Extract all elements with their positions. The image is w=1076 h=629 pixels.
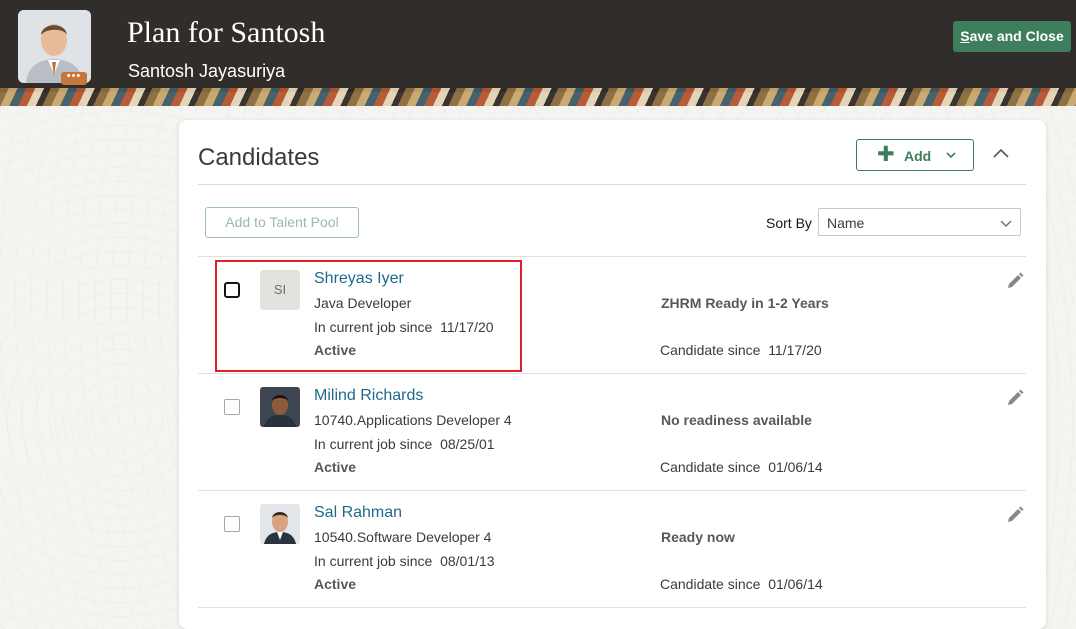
add-candidate-button[interactable]: ✚ Add	[856, 139, 974, 171]
job-since-date: 08/01/13	[440, 553, 495, 569]
candidate-status: Active	[314, 576, 357, 592]
plus-icon: ✚	[877, 143, 895, 166]
candidate-row: Milind Richards 10740.Applications Devel…	[198, 374, 1026, 490]
candidate-checkbox[interactable]	[224, 516, 240, 532]
pencil-edit-icon[interactable]	[1005, 388, 1025, 408]
job-since-date: 11/17/20	[440, 319, 494, 335]
candidate-since-date: 01/06/14	[768, 459, 823, 475]
header-pattern-banner	[0, 88, 1076, 106]
candidate-name-link[interactable]: Sal Rahman	[314, 504, 402, 522]
candidate-readiness: No readiness available	[661, 412, 812, 428]
candidate-job: 10540.Software Developer 4	[314, 529, 492, 545]
candidate-row: SI Shreyas Iyer Java Developer In curren…	[198, 257, 1026, 373]
save-and-close-button[interactable]: Save and Close	[953, 21, 1071, 52]
candidate-avatar-initials: SI	[260, 270, 300, 310]
candidates-title: Candidates	[198, 144, 320, 171]
candidate-job: Java Developer	[314, 295, 412, 311]
candidate-job-since: In current job since 08/25/01	[314, 436, 495, 452]
candidate-since-date: 01/06/14	[768, 576, 823, 592]
candidate-status: Active	[314, 459, 357, 475]
candidate-checkbox[interactable]	[224, 282, 240, 298]
add-to-talent-pool-button[interactable]: Add to Talent Pool	[205, 207, 359, 238]
candidate-job-since: In current job since 08/01/13	[314, 553, 495, 569]
candidate-name-link[interactable]: Shreyas Iyer	[314, 270, 404, 288]
pencil-edit-icon[interactable]	[1005, 271, 1025, 291]
candidate-checkbox[interactable]	[224, 399, 240, 415]
chevron-down-icon	[945, 148, 957, 164]
job-since-date: 08/25/01	[440, 436, 495, 452]
candidate-since-label: Candidate since	[660, 576, 761, 592]
list-divider	[198, 607, 1026, 608]
save-and-close-accelerator: S	[960, 28, 970, 44]
person-photo-icon	[260, 387, 300, 427]
sort-by-select[interactable]: Name	[818, 208, 1021, 236]
title-divider	[198, 184, 1026, 185]
job-since-label: In current job since	[314, 553, 433, 569]
candidate-name-link[interactable]: Milind Richards	[314, 387, 423, 405]
candidate-row: Sal Rahman 10540.Software Developer 4 In…	[198, 491, 1026, 607]
sort-by-label: Sort By	[766, 215, 812, 231]
person-photo-icon	[260, 504, 300, 544]
candidate-job: 10740.Applications Developer 4	[314, 412, 512, 428]
sort-by-value: Name	[827, 215, 865, 231]
page-subtitle: Santosh Jayasuriya	[128, 61, 286, 81]
page-title: Plan for Santosh	[127, 16, 326, 49]
candidate-since-label: Candidate since	[660, 342, 761, 358]
candidate-job-since: In current job since 11/17/20	[314, 319, 494, 335]
candidate-avatar-photo	[260, 387, 300, 427]
candidate-since: Candidate since 11/17/20	[660, 342, 822, 358]
chevron-up-icon[interactable]	[991, 144, 1011, 164]
pencil-edit-icon[interactable]	[1005, 505, 1025, 525]
candidate-since-date: 11/17/20	[768, 342, 822, 358]
candidate-since: Candidate since 01/06/14	[660, 576, 823, 592]
candidates-card: Candidates ✚ Add Add to Talent Pool Sort…	[179, 120, 1046, 629]
job-since-label: In current job since	[314, 436, 433, 452]
candidate-avatar-photo	[260, 504, 300, 544]
more-dots-icon[interactable]: •••	[61, 71, 87, 85]
candidate-since: Candidate since 01/06/14	[660, 459, 823, 475]
candidate-since-label: Candidate since	[660, 459, 761, 475]
job-since-label: In current job since	[314, 319, 433, 335]
add-label: Add	[904, 148, 932, 164]
candidate-readiness: ZHRM Ready in 1-2 Years	[661, 295, 829, 311]
candidate-readiness: Ready now	[661, 529, 735, 545]
chevron-down-icon	[999, 216, 1013, 235]
save-and-close-label: ave and Close	[969, 28, 1064, 44]
candidate-status: Active	[314, 342, 357, 358]
